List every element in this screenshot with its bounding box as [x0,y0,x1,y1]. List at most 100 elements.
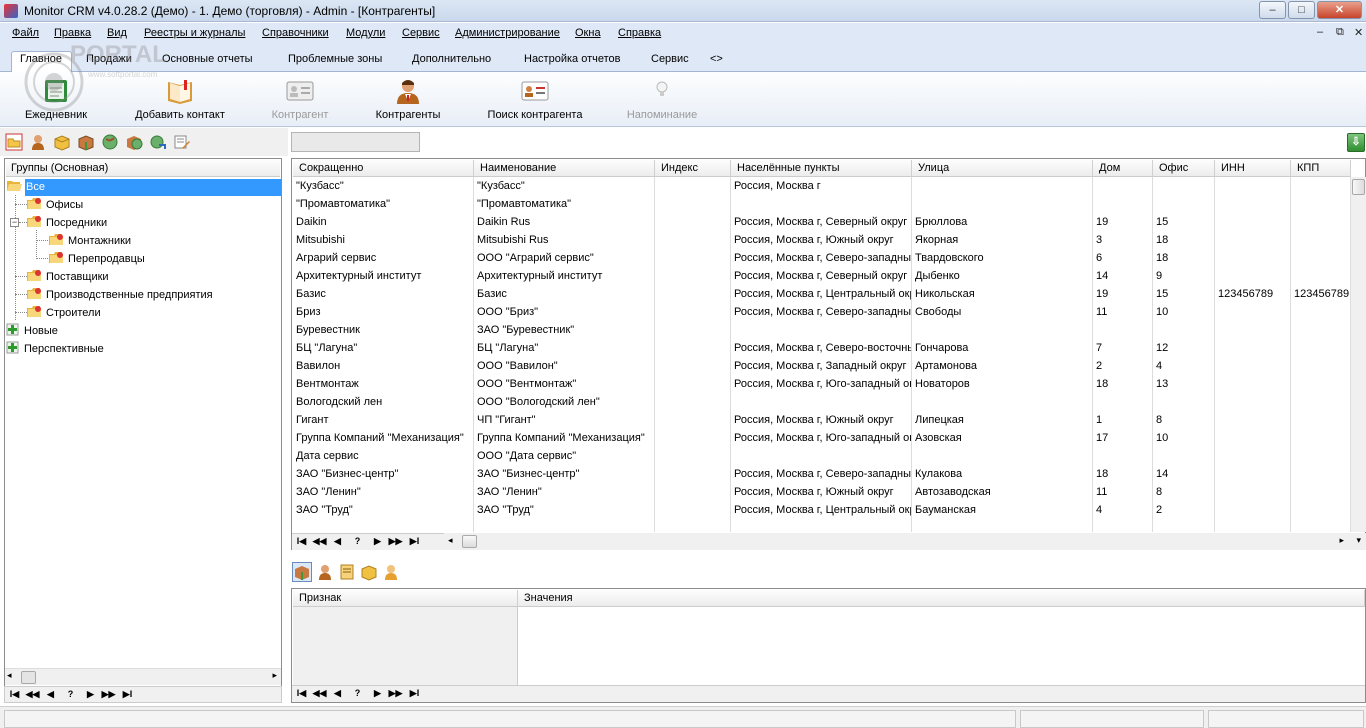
minimize-button[interactable]: – [1259,1,1286,19]
column-header-index[interactable]: Индекс [655,160,731,177]
nav-prev-page-button[interactable]: ◀◀ [311,687,328,701]
tab-service[interactable]: Сервис [651,53,689,65]
table-row[interactable]: Группа Компаний "Механизация" Группа Комп… [293,429,1350,447]
tree-item-manufacturers[interactable]: Производственные предприятия [27,286,213,304]
nav-next-button[interactable]: ▶ [369,535,386,549]
tab-report-settings[interactable]: Настройка отчетов [524,53,620,65]
nav-next-page-button[interactable]: ▶▶ [100,688,117,702]
column-header-locality[interactable]: Населённые пункты [731,160,912,177]
globe-icon[interactable] [101,133,119,151]
tree-item-builders[interactable]: Строители [27,304,101,322]
nav-last-button[interactable]: ▶I [406,687,423,701]
tree-item-new[interactable]: Новые [5,322,58,340]
tab-main-reports[interactable]: Основные отчеты [162,53,253,65]
person-small-icon[interactable] [316,563,334,581]
column-header-inn[interactable]: ИНН [1215,160,1291,177]
column-header-street[interactable]: Улица [912,160,1093,177]
scroll-thumb[interactable] [21,671,36,684]
table-row[interactable]: Mitsubishi Mitsubishi Rus Россия, Москва г… [293,231,1350,249]
diary-button[interactable]: Ежедневник [16,74,96,126]
column-header-house[interactable]: Дом [1093,160,1153,177]
groups-folder-icon[interactable] [5,133,23,151]
table-row[interactable]: Дата сервис ООО "Дата сервис" [293,447,1350,465]
globe-refresh-icon[interactable] [149,133,167,151]
gift-box-icon[interactable] [77,133,95,151]
grid-vertical-scrollbar[interactable] [1350,177,1366,532]
nav-help-button[interactable]: ? [349,687,366,701]
nav-next-button[interactable]: ▶ [369,687,386,701]
tree-item-offices[interactable]: Офисы [27,196,83,214]
table-row[interactable]: Вологодский лен ООО "Вологодский лен" [293,393,1350,411]
table-row[interactable]: Архитектурный институт Архитектурный инст… [293,267,1350,285]
tree-item-prospective[interactable]: Перспективные [5,340,104,358]
tab-more[interactable]: <> [710,53,723,65]
search-contractor-button[interactable]: Поиск контрагента [480,74,590,126]
tab-home[interactable]: Главное [20,53,62,65]
column-header-full-name[interactable]: Наименование [474,160,655,177]
edit-list-icon[interactable] [173,133,191,151]
tree-item-resellers[interactable]: Перепродавцы [49,250,145,268]
nav-prev-page-button[interactable]: ◀◀ [311,535,328,549]
table-row[interactable]: Гигант ЧП "Гигант" Россия, Москва г, Южный… [293,411,1350,429]
add-contact-button[interactable]: Добавить контакт [128,74,232,126]
menu-windows[interactable]: Окна [575,27,601,39]
nav-help-button[interactable]: ? [349,535,366,549]
menu-registers[interactable]: Реестры и журналы [144,27,245,39]
nav-help-button[interactable]: ? [62,688,79,702]
nav-prev-page-button[interactable]: ◀◀ [24,688,41,702]
scroll-left-arrow[interactable]: ◂ [7,670,12,681]
menu-administration[interactable]: Администрирование [455,27,560,39]
table-row[interactable]: ЗАО "Труд" ЗАО "Труд" Россия, Москва г, Це… [293,501,1350,519]
user-icon[interactable] [382,563,400,581]
nav-next-page-button[interactable]: ▶▶ [387,687,404,701]
nav-prev-button[interactable]: ◀ [42,688,59,702]
nav-prev-button[interactable]: ◀ [329,535,346,549]
table-row[interactable]: Аграрий сервис ООО "Аграрий сервис" Россия… [293,249,1350,267]
mdi-restore-button[interactable]: ⧉ [1336,26,1344,39]
column-header-short-name[interactable]: Сокращенно [293,160,474,177]
nav-next-page-button[interactable]: ▶▶ [387,535,404,549]
table-row[interactable]: Бриз ООО "Бриз" Россия, Москва г, Северо-з… [293,303,1350,321]
table-row[interactable]: БЦ "Лагуна" БЦ "Лагуна" Россия, Москва г, … [293,339,1350,357]
gift-box-icon[interactable] [292,562,312,582]
globe-box-icon[interactable] [125,133,143,151]
reminder-button[interactable]: Напоминание [622,74,702,126]
menu-modules[interactable]: Модули [346,27,385,39]
table-row[interactable]: ЗАО "Ленин" ЗАО "Ленин" Россия, Москва г, … [293,483,1350,501]
grid-horizontal-scrollbar[interactable]: ◂ ▸ ▾ [444,533,1366,550]
nav-last-button[interactable]: ▶I [119,688,136,702]
menu-view[interactable]: Вид [107,27,127,39]
scroll-right-arrow[interactable]: ▸ [1339,535,1344,546]
nav-first-button[interactable]: I◀ [293,535,310,549]
nav-first-button[interactable]: I◀ [6,688,23,702]
tree-collapse-toggle[interactable]: − [10,218,19,227]
mdi-minimize-button[interactable]: – [1317,26,1323,38]
menu-help[interactable]: Справка [618,27,661,39]
contact-button[interactable]: Контрагент [262,74,338,126]
tree-item-all[interactable]: Все [7,178,45,196]
groups-horizontal-scrollbar[interactable]: ◂ ▸ [5,668,281,685]
scroll-left-arrow[interactable]: ◂ [448,535,453,546]
tab-sales[interactable]: Продажи [86,53,132,65]
tree-item-installers[interactable]: Монтажники [49,232,131,250]
menu-service[interactable]: Сервис [402,27,440,39]
table-row[interactable]: ЗАО "Бизнес-центр" ЗАО "Бизнес-центр" Росс… [293,465,1350,483]
table-row[interactable]: Буревестник ЗАО "Буревестник" [293,321,1350,339]
maximize-button[interactable]: □ [1288,1,1315,19]
scroll-thumb[interactable] [462,535,477,548]
down-arrow-button[interactable]: ⇩ [1347,133,1365,152]
nav-next-button[interactable]: ▶ [82,688,99,702]
table-row[interactable]: "Промавтоматика" "Промавтоматика" [293,195,1350,213]
tab-problem-zones[interactable]: Проблемные зоны [288,53,382,65]
scroll-down-arrow[interactable]: ▾ [1356,535,1361,546]
table-row[interactable]: Daikin Daikin Rus Россия, Москва г, Северн… [293,213,1350,231]
tab-additional[interactable]: Дополнительно [412,53,491,65]
nav-prev-button[interactable]: ◀ [329,687,346,701]
box-icon[interactable] [360,563,378,581]
nav-first-button[interactable]: I◀ [293,687,310,701]
scroll-thumb[interactable] [1352,179,1365,195]
scroll-right-arrow[interactable]: ▸ [272,670,277,681]
column-header-attribute[interactable]: Признак [293,590,518,607]
column-header-office[interactable]: Офис [1153,160,1215,177]
tree-item-suppliers[interactable]: Поставщики [27,268,109,286]
